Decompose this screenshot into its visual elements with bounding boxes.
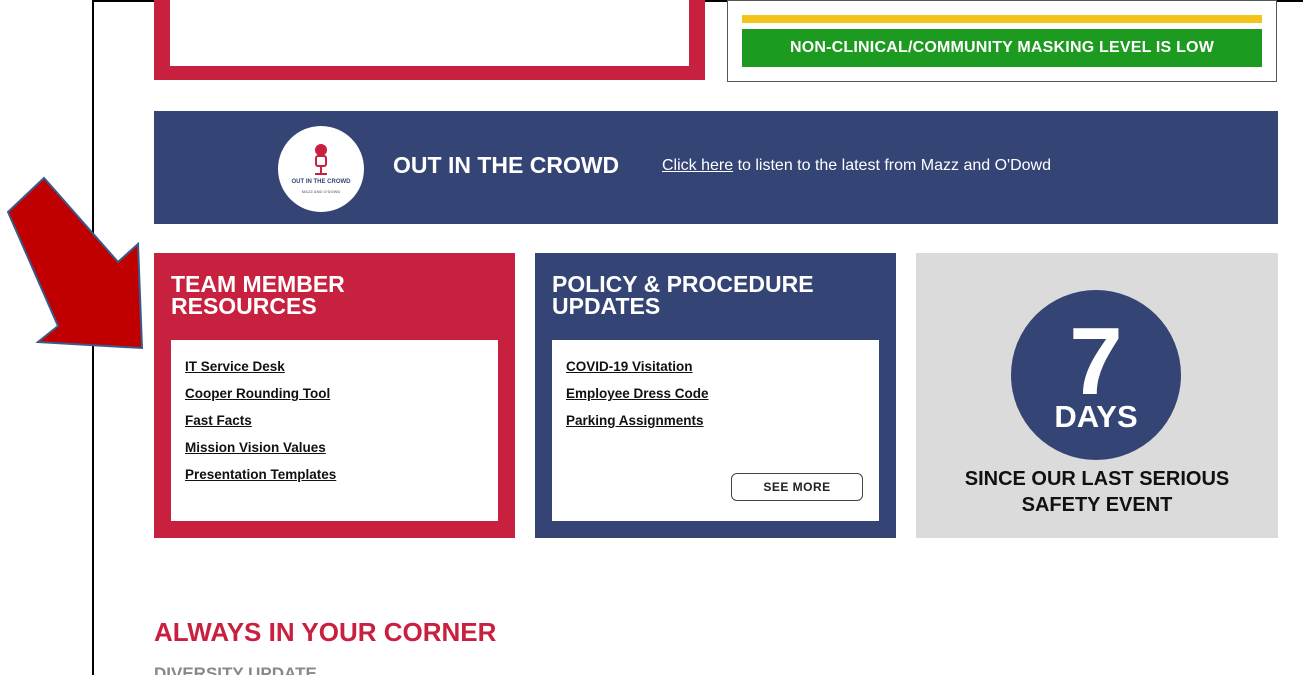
team-member-resources-links: IT Service Desk Cooper Rounding Tool Fas… — [171, 340, 498, 521]
masking-level-status: NON-CLINICAL/COMMUNITY MASKING LEVEL IS … — [742, 29, 1262, 67]
policy-procedure-updates-card: POLICY & PROCEDURE UPDATES COVID-19 Visit… — [535, 253, 896, 538]
top-red-widget-content — [170, 0, 689, 66]
diversity-update-subheading: DIVERSITY UPDATE — [154, 664, 317, 675]
link-fast-facts[interactable]: Fast Facts — [185, 407, 498, 434]
always-in-your-corner-heading: ALWAYS IN YOUR CORNER — [154, 617, 497, 647]
safety-event-card: 7 DAYS SINCE OUR LAST SERIOUS SAFETY EVEN… — [916, 253, 1278, 538]
policy-procedure-updates-title: POLICY & PROCEDURE UPDATES — [552, 271, 814, 319]
link-employee-dress-code[interactable]: Employee Dress Code — [566, 380, 879, 407]
team-member-resources-title: TEAM MEMBER RESOURCES — [171, 271, 345, 319]
podcast-title: OUT IN THE CROWD — [393, 152, 620, 178]
podcast-logo-subtext: MAZZ AND O'DOWD — [301, 189, 341, 194]
team-member-resources-card: TEAM MEMBER RESOURCES IT Service Desk Coo… — [154, 253, 515, 538]
red-arrow-annotation-icon — [6, 176, 144, 350]
podcast-click-here-link[interactable]: Click here — [662, 157, 733, 174]
podcast-logo[interactable]: OUT IN THE CROWD MAZZ AND O'DOWD — [278, 126, 364, 212]
link-cooper-rounding-tool[interactable]: Cooper Rounding Tool — [185, 380, 498, 407]
link-parking-assignments[interactable]: Parking Assignments — [566, 407, 879, 434]
days-counter-label: DAYS — [1054, 399, 1138, 434]
link-presentation-templates[interactable]: Presentation Templates — [185, 461, 498, 488]
podcast-logo-text: OUT IN THE CROWD — [291, 179, 351, 185]
days-counter-number: 7 — [1069, 308, 1123, 415]
top-red-widget — [154, 0, 705, 80]
link-it-service-desk[interactable]: IT Service Desk — [185, 353, 498, 380]
link-mission-vision-values[interactable]: Mission Vision Values — [185, 434, 498, 461]
days-counter-circle: 7 DAYS — [1011, 290, 1181, 460]
policy-procedure-updates-links: COVID-19 Visitation Employee Dress Code … — [552, 340, 879, 521]
masking-level-bar-yellow — [742, 15, 1262, 23]
masking-level-widget: NON-CLINICAL/COMMUNITY MASKING LEVEL IS … — [727, 0, 1277, 82]
link-covid-visitation[interactable]: COVID-19 Visitation — [566, 353, 879, 380]
safety-event-caption: SINCE OUR LAST SERIOUS SAFETY EVENT — [964, 468, 1230, 516]
see-more-button[interactable]: SEE MORE — [731, 473, 863, 501]
microphone-icon — [315, 144, 327, 175]
podcast-link-suffix: to listen to the latest from Mazz and O'… — [733, 157, 1051, 174]
podcast-description: Click here to listen to the latest from … — [662, 157, 1051, 175]
